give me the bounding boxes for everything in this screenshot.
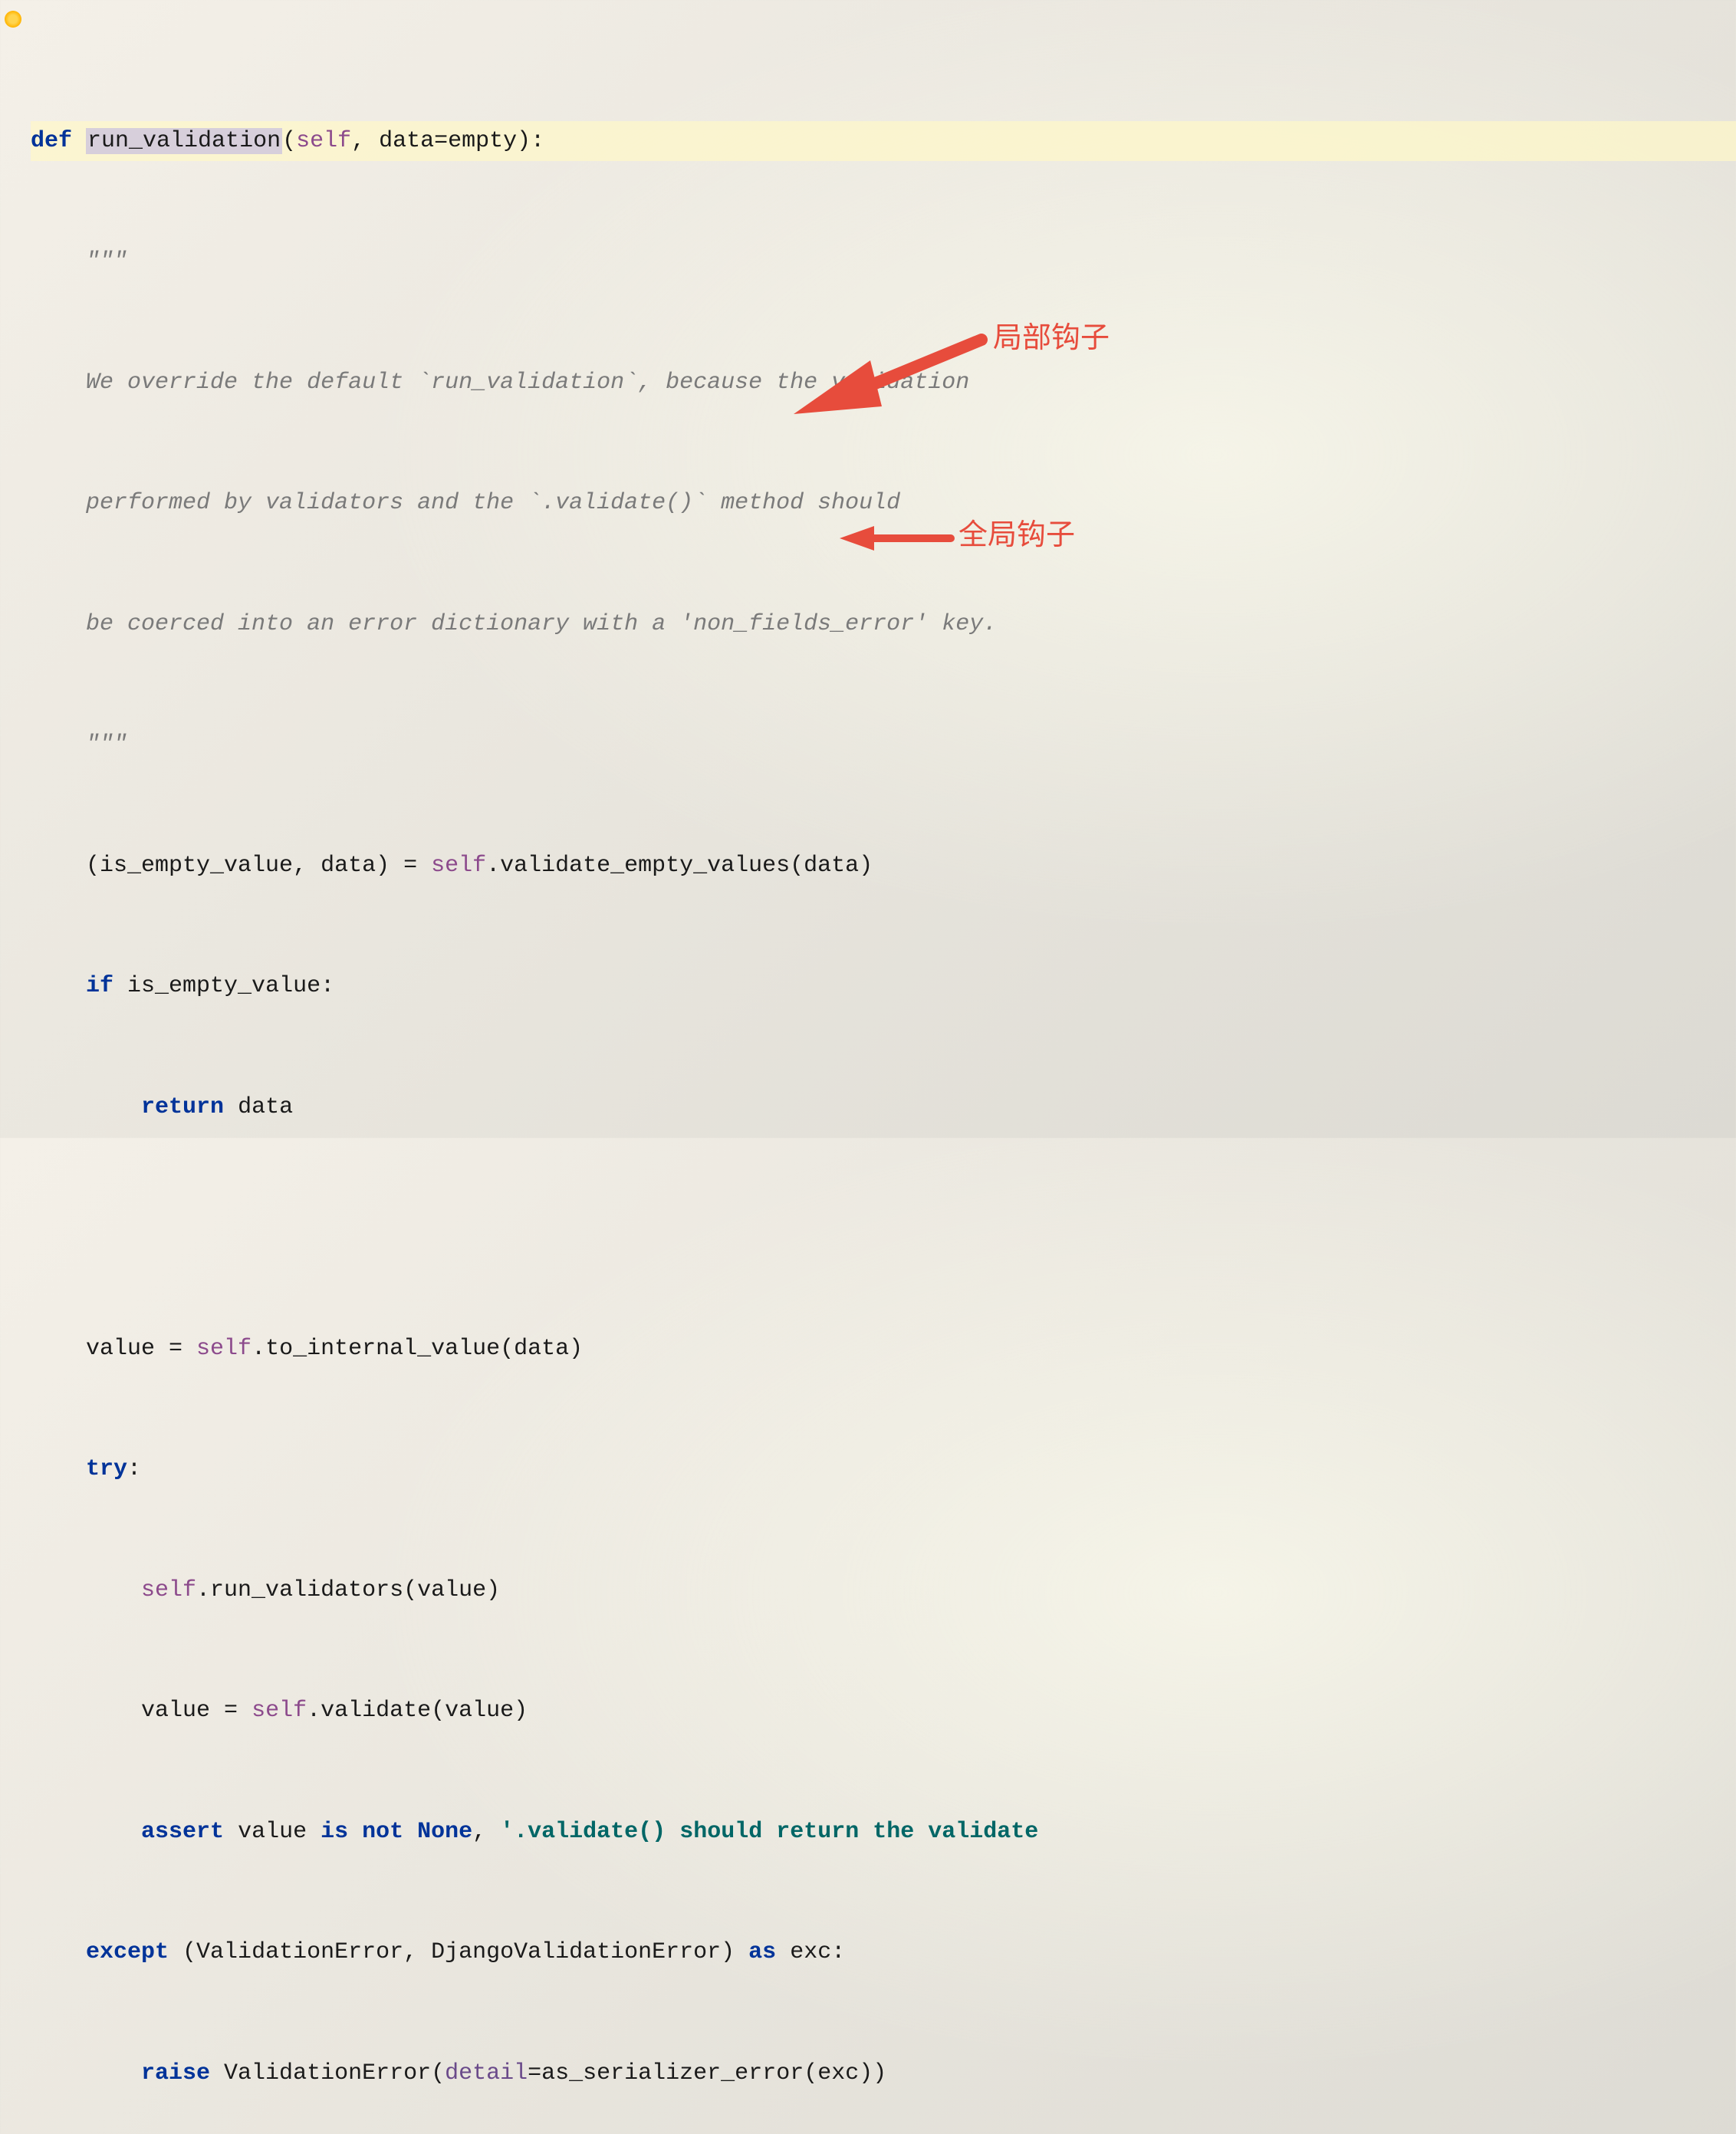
- code-line[interactable]: self.run_validators(value): [31, 1570, 1736, 1611]
- docstring: """: [86, 248, 127, 275]
- code-line[interactable]: return data: [31, 1087, 1736, 1128]
- code-line[interactable]: assert value is not None, '.validate() s…: [31, 1812, 1736, 1853]
- code-line[interactable]: def run_validation(self, data=empty):: [31, 121, 1736, 162]
- code-line[interactable]: be coerced into an error dictionary with…: [31, 604, 1736, 645]
- code-line[interactable]: value = self.to_internal_value(data): [31, 1329, 1736, 1370]
- code-line[interactable]: (is_empty_value, data) = self.validate_e…: [31, 846, 1736, 886]
- code-line[interactable]: value = self.validate(value): [31, 1691, 1736, 1731]
- docstring: performed by validators and the `.valida…: [86, 490, 900, 516]
- function-name: run_validation: [86, 128, 282, 154]
- code-line[interactable]: """: [31, 725, 1736, 765]
- code-line[interactable]: [31, 1208, 1736, 1248]
- self-param: self: [296, 128, 351, 154]
- docstring: We override the default `run_validation`…: [86, 370, 969, 396]
- docstring: """: [86, 732, 127, 758]
- code-line[interactable]: raise ValidationError(detail=as_serializ…: [31, 2053, 1736, 2094]
- code-editor[interactable]: def run_validation(self, data=empty): ""…: [0, 0, 1736, 2134]
- keyword-def: def: [31, 128, 72, 154]
- docstring: be coerced into an error dictionary with…: [86, 611, 997, 637]
- code-line[interactable]: """: [31, 242, 1736, 282]
- code-line[interactable]: try:: [31, 1449, 1736, 1490]
- code-line[interactable]: except (ValidationError, DjangoValidatio…: [31, 1932, 1736, 1973]
- lightbulb-icon[interactable]: [5, 11, 21, 28]
- code-line[interactable]: if is_empty_value:: [31, 966, 1736, 1007]
- code-line[interactable]: performed by validators and the `.valida…: [31, 483, 1736, 524]
- code-line[interactable]: We override the default `run_validation`…: [31, 363, 1736, 403]
